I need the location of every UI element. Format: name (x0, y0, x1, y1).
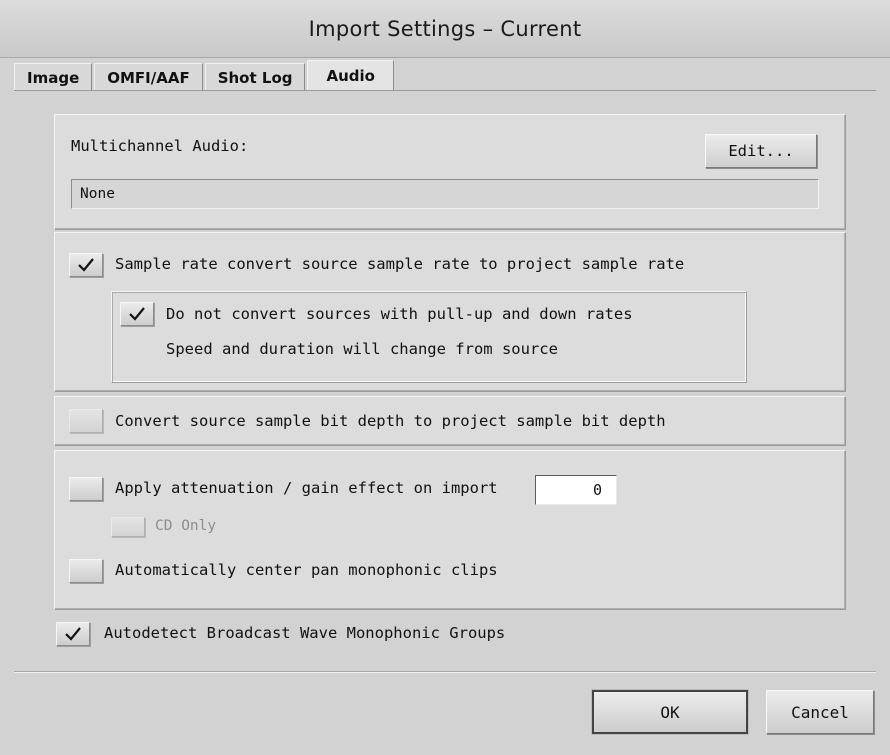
autodetect-checkbox[interactable] (56, 622, 90, 646)
autodetect-label: Autodetect Broadcast Wave Monophonic Gro… (104, 624, 506, 642)
checkmark-icon (78, 258, 94, 272)
center-pan-checkbox[interactable] (69, 559, 103, 583)
speed-duration-note: Speed and duration will change from sour… (166, 340, 558, 358)
tab-omfi-aaf[interactable]: OMFI/AAF (94, 63, 203, 91)
attenuation-checkbox[interactable] (69, 477, 103, 501)
edit-button[interactable]: Edit... (705, 134, 817, 168)
pullup-label: Do not convert sources with pull-up and … (166, 305, 633, 323)
bit-depth-label: Convert source sample bit depth to proje… (115, 412, 666, 430)
bit-depth-panel: Convert source sample bit depth to proje… (54, 396, 846, 446)
title-bar: Import Settings – Current (0, 0, 890, 58)
checkmark-icon (65, 627, 81, 641)
sample-rate-panel: Sample rate convert source sample rate t… (54, 232, 846, 392)
tab-shot-log[interactable]: Shot Log (204, 63, 306, 91)
tab-audio[interactable]: Audio (307, 60, 394, 91)
sample-rate-convert-label: Sample rate convert source sample rate t… (115, 255, 685, 273)
center-pan-label: Automatically center pan monophonic clip… (115, 561, 498, 579)
attenuation-label: Apply attenuation / gain effect on impor… (115, 479, 498, 497)
cancel-button[interactable]: Cancel (766, 690, 874, 734)
ok-button[interactable]: OK (592, 690, 748, 734)
gain-panel: Apply attenuation / gain effect on impor… (54, 450, 846, 610)
multichannel-audio-field: None (71, 179, 819, 209)
multichannel-audio-label: Multichannel Audio: (71, 137, 249, 155)
cd-only-checkbox[interactable] (111, 517, 145, 537)
sample-rate-convert-checkbox[interactable] (69, 253, 103, 277)
window-title: Import Settings – Current (308, 16, 582, 41)
multichannel-audio-panel: Multichannel Audio: Edit... None (54, 114, 846, 230)
tab-bar: Image OMFI/AAF Shot Log Audio (14, 60, 396, 91)
tab-content-divider (14, 90, 876, 91)
attenuation-value-input[interactable]: 0 (535, 475, 617, 505)
pullup-checkbox[interactable] (120, 302, 154, 326)
pullup-group: Do not convert sources with pull-up and … (111, 291, 747, 383)
tab-image[interactable]: Image (14, 63, 93, 91)
checkmark-icon (129, 307, 145, 321)
footer-divider (14, 671, 876, 673)
cd-only-label: CD Only (155, 518, 217, 534)
bit-depth-checkbox[interactable] (69, 409, 103, 433)
